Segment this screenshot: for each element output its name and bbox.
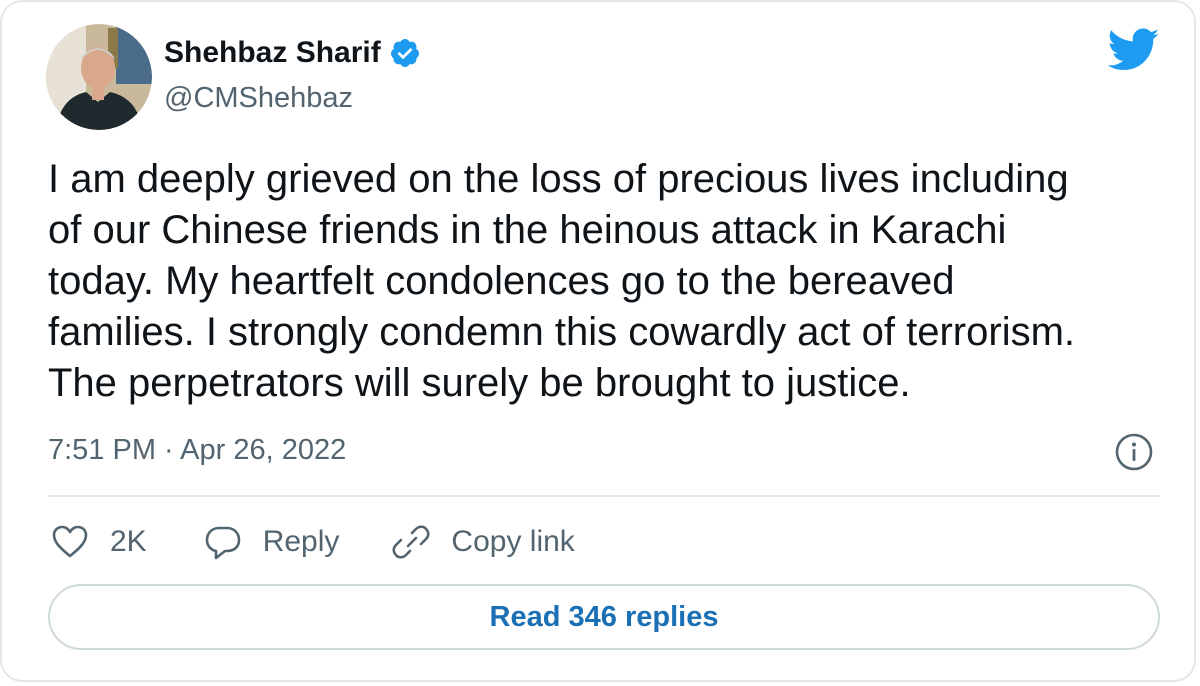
tweet-timestamp[interactable]: 7:51 PM · Apr 26, 2022 [48, 434, 346, 467]
tweet-actions: 2K Reply Copy link [48, 518, 575, 566]
twitter-bird-icon[interactable] [1108, 28, 1160, 72]
copy-link-label: Copy link [451, 525, 575, 558]
heart-icon [52, 525, 88, 558]
avatar[interactable] [46, 24, 152, 130]
tweet-text: I am deeply grieved on the loss of preci… [48, 157, 1076, 405]
info-icon[interactable] [1114, 432, 1154, 472]
like-count: 2K [110, 525, 147, 558]
author-name-row[interactable]: Shehbaz Sharif [164, 36, 421, 70]
author-name[interactable]: Shehbaz Sharif [164, 36, 381, 70]
copy-link-button[interactable]: Copy link [389, 520, 575, 564]
avatar-image [46, 24, 152, 130]
like-button[interactable]: 2K [48, 520, 147, 564]
verified-badge-icon [390, 39, 419, 67]
tweet-card: Shehbaz Sharif @CMShehbaz I am deeply gr… [0, 0, 1196, 682]
link-icon [392, 525, 430, 559]
author-handle[interactable]: @CMShehbaz [164, 82, 353, 115]
reply-button[interactable]: Reply [201, 520, 340, 564]
speech-bubble-icon [205, 526, 241, 560]
read-replies-button[interactable]: Read 346 replies [48, 584, 1160, 650]
divider [48, 495, 1160, 497]
reply-label: Reply [262, 525, 340, 558]
